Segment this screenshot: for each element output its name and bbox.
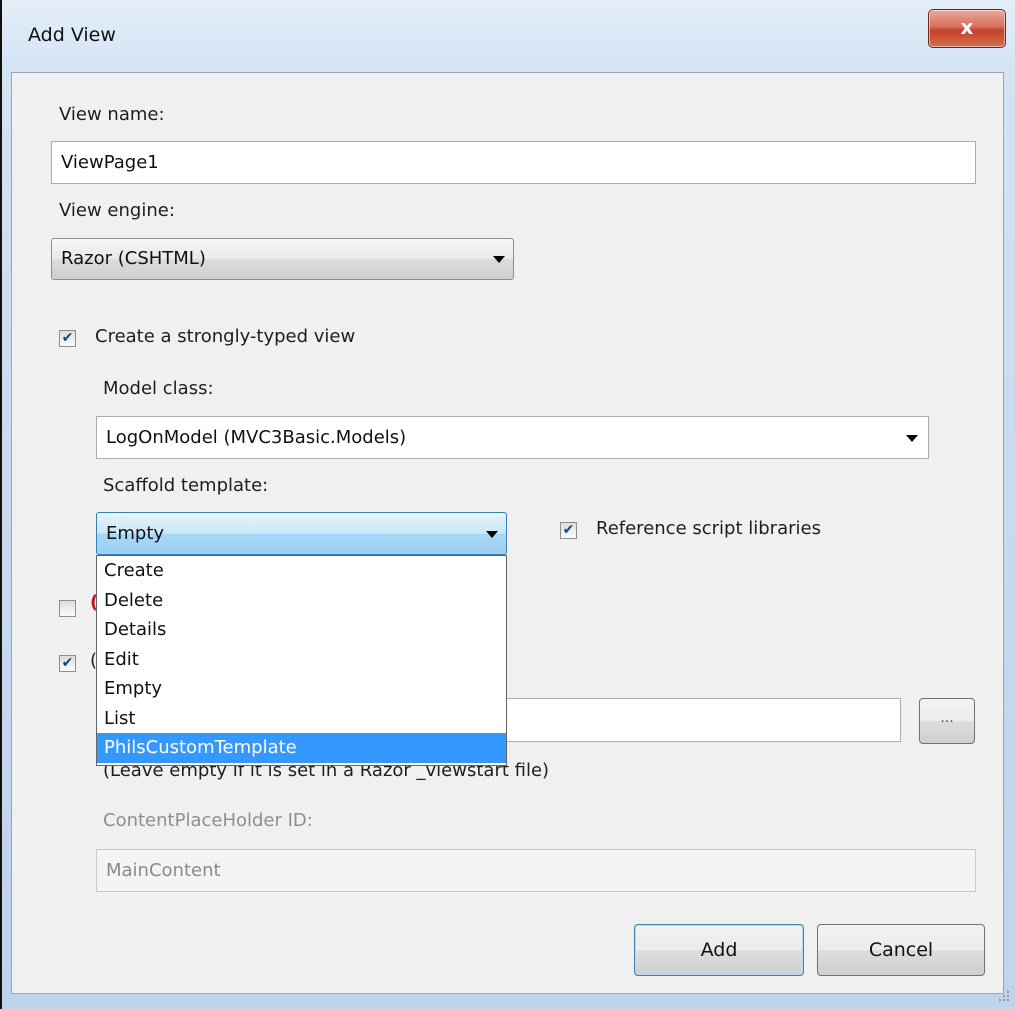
view-engine-label: View engine:	[59, 200, 175, 221]
list-item[interactable]: Delete	[97, 586, 506, 616]
reference-scripts-checkbox[interactable]: ✔	[560, 522, 577, 539]
reference-scripts-label: Reference script libraries	[596, 518, 821, 539]
list-item[interactable]: Details	[97, 615, 506, 645]
chevron-down-icon	[493, 256, 505, 263]
partial-view-checkbox[interactable]	[59, 600, 76, 617]
scaffold-template-label: Scaffold template:	[103, 475, 269, 496]
model-class-label: Model class:	[103, 378, 214, 399]
list-item-selected[interactable]: PhilsCustomTemplate	[97, 733, 506, 763]
view-engine-value: Razor (CSHTML)	[61, 248, 206, 269]
cancel-button[interactable]: Cancel	[817, 924, 985, 976]
add-view-dialog: Add View x View name: ViewPage1 View eng…	[0, 0, 1015, 1009]
scaffold-template-value: Empty	[106, 523, 165, 544]
scaffold-template-dropdown: Create Delete Details Edit Empty List Ph…	[96, 555, 507, 766]
list-item[interactable]: List	[97, 704, 506, 734]
close-button[interactable]: x	[928, 9, 1006, 48]
strongly-typed-checkbox[interactable]: ✔	[59, 330, 76, 347]
view-engine-select[interactable]: Razor (CSHTML)	[51, 238, 514, 280]
use-layout-checkbox[interactable]: ✔	[59, 655, 76, 672]
list-item[interactable]: Create	[97, 556, 506, 586]
resize-grip-icon[interactable]	[997, 989, 1011, 1003]
add-button[interactable]: Add	[634, 924, 804, 976]
model-class-select[interactable]: LogOnModel (MVC3Basic.Models)	[96, 416, 929, 459]
model-class-value: LogOnModel (MVC3Basic.Models)	[106, 427, 407, 448]
view-name-input[interactable]: ViewPage1	[51, 141, 976, 184]
chevron-down-icon	[906, 435, 918, 442]
content-placeholder-input[interactable]: MainContent	[96, 849, 976, 892]
title-bar: Add View x	[2, 0, 1015, 72]
chevron-down-icon	[486, 531, 498, 538]
browse-button[interactable]: ...	[919, 698, 975, 744]
scaffold-template-select[interactable]: Empty	[96, 512, 507, 555]
list-item[interactable]: Edit	[97, 645, 506, 675]
dialog-title: Add View	[28, 24, 116, 46]
list-item[interactable]: Empty	[97, 674, 506, 704]
content-placeholder-label: ContentPlaceHolder ID:	[103, 810, 313, 831]
strongly-typed-label: Create a strongly-typed view	[95, 326, 356, 347]
view-name-label: View name:	[59, 104, 165, 125]
